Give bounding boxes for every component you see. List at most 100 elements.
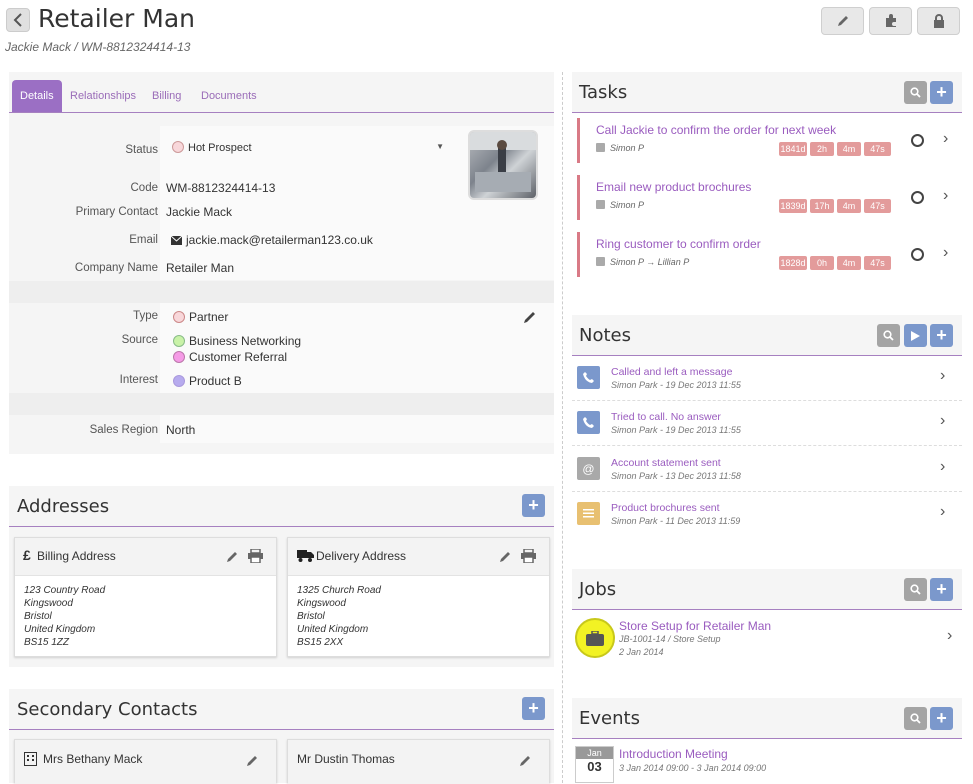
event-meta: 3 Jan 2014 09:00 - 3 Jan 2014 09:00 bbox=[619, 763, 767, 773]
tab-details[interactable]: Details bbox=[12, 80, 62, 112]
task-assignee: Simon P bbox=[596, 143, 644, 153]
add-address-button[interactable]: + bbox=[522, 494, 545, 517]
timer-minutes: 4m bbox=[837, 142, 861, 156]
region-label: Sales Region bbox=[89, 424, 158, 436]
play-notes-button[interactable] bbox=[904, 324, 927, 347]
billing-address-header: £ Billing Address bbox=[15, 538, 276, 576]
add-note-button[interactable]: + bbox=[930, 324, 953, 347]
plugin-button[interactable] bbox=[869, 7, 912, 35]
complete-task-toggle[interactable] bbox=[911, 191, 924, 204]
search-events-button[interactable] bbox=[904, 707, 927, 730]
event-item[interactable]: Jan 03 Introduction Meeting 3 Jan 2014 0… bbox=[572, 743, 962, 783]
column-divider bbox=[562, 72, 563, 783]
task-timer: 1839d 17h 4m 47s bbox=[779, 199, 894, 213]
timer-seconds: 47s bbox=[864, 142, 891, 156]
pencil-icon[interactable] bbox=[226, 550, 239, 563]
delivery-address-title: Delivery Address bbox=[316, 549, 407, 563]
tab-documents[interactable]: Documents bbox=[201, 80, 257, 112]
chevron-right-icon[interactable]: › bbox=[940, 458, 945, 476]
source-value-1: Business Networking bbox=[173, 334, 301, 348]
search-jobs-button[interactable] bbox=[904, 578, 927, 601]
chevron-right-icon[interactable]: › bbox=[940, 367, 945, 385]
status-select[interactable]: Hot Prospect ▼ bbox=[172, 140, 447, 158]
events-title: Events bbox=[579, 708, 640, 729]
pound-icon: £ bbox=[23, 547, 31, 563]
complete-task-toggle[interactable] bbox=[911, 134, 924, 147]
primary-contact-value[interactable]: Jackie Mack bbox=[166, 205, 232, 219]
jobs-title: Jobs bbox=[579, 579, 617, 600]
tab-relationships[interactable]: Relationships bbox=[70, 80, 136, 112]
contact-name: Mrs Bethany Mack bbox=[43, 752, 143, 766]
chevron-right-icon[interactable]: › bbox=[943, 130, 948, 148]
plus-icon: + bbox=[528, 698, 539, 718]
notes-header: Notes + bbox=[572, 315, 962, 356]
task-item[interactable]: Email new product brochures Simon P 1839… bbox=[577, 175, 962, 220]
interest-label: Interest bbox=[119, 374, 158, 386]
secondary-contacts-header: Secondary Contacts + bbox=[9, 689, 554, 730]
phone-icon bbox=[577, 411, 600, 434]
task-item[interactable]: Ring customer to confirm order Simon P →… bbox=[577, 232, 962, 277]
note-item[interactable]: Tried to call. No answer Simon Park - 19… bbox=[572, 401, 962, 446]
timer-minutes: 4m bbox=[837, 256, 861, 270]
primary-contact-label: Primary Contact bbox=[75, 206, 158, 218]
lock-button[interactable] bbox=[917, 7, 960, 35]
interest-dot-icon bbox=[173, 375, 185, 387]
task-title[interactable]: Email new product brochures bbox=[596, 180, 751, 194]
contact-card[interactable]: Mrs Bethany Mack bbox=[14, 739, 277, 784]
chevron-left-icon bbox=[13, 13, 22, 27]
phone-icon bbox=[577, 366, 600, 389]
timer-seconds: 47s bbox=[864, 256, 891, 270]
edit-button[interactable] bbox=[821, 7, 864, 35]
tab-billing[interactable]: Billing bbox=[152, 80, 181, 112]
contact-card[interactable]: Mr Dustin Thomas bbox=[287, 739, 550, 784]
plus-icon: + bbox=[936, 82, 947, 102]
note-item[interactable]: Product brochures sent Simon Park - 11 D… bbox=[572, 492, 962, 537]
back-button[interactable] bbox=[6, 8, 30, 32]
complete-task-toggle[interactable] bbox=[911, 248, 924, 261]
timer-hours: 17h bbox=[810, 199, 834, 213]
search-notes-button[interactable] bbox=[877, 324, 900, 347]
task-item[interactable]: Call Jackie to confirm the order for nex… bbox=[577, 118, 962, 163]
chevron-right-icon[interactable]: › bbox=[943, 244, 948, 262]
chevron-right-icon[interactable]: › bbox=[940, 503, 945, 521]
print-icon[interactable] bbox=[248, 549, 263, 563]
task-assignee: Simon P → Lillian P bbox=[596, 257, 689, 267]
job-date: 2 Jan 2014 bbox=[619, 647, 664, 657]
add-task-button[interactable]: + bbox=[930, 81, 953, 104]
region-value: North bbox=[166, 423, 196, 437]
contact-name: Mr Dustin Thomas bbox=[297, 752, 395, 766]
pencil-icon[interactable] bbox=[519, 754, 532, 767]
add-event-button[interactable]: + bbox=[930, 707, 953, 730]
email-link[interactable]: jackie.mack@retailerman123.co.uk bbox=[170, 233, 373, 247]
pencil-icon bbox=[524, 312, 535, 323]
secondary-contacts-title: Secondary Contacts bbox=[17, 699, 198, 720]
timer-seconds: 47s bbox=[864, 199, 891, 213]
job-title[interactable]: Store Setup for Retailer Man bbox=[619, 619, 771, 633]
puzzle-icon bbox=[885, 14, 896, 27]
chevron-right-icon[interactable]: › bbox=[947, 627, 952, 645]
briefcase-icon bbox=[575, 618, 615, 658]
search-tasks-button[interactable] bbox=[904, 81, 927, 104]
pencil-icon[interactable] bbox=[499, 550, 512, 563]
note-title[interactable]: Product brochures sent bbox=[611, 502, 720, 514]
chevron-right-icon[interactable]: › bbox=[940, 412, 945, 430]
at-icon: @ bbox=[577, 457, 600, 480]
note-title[interactable]: Called and left a message bbox=[611, 366, 732, 378]
add-job-button[interactable]: + bbox=[930, 578, 953, 601]
print-icon[interactable] bbox=[521, 549, 536, 563]
document-icon bbox=[577, 502, 600, 525]
task-title[interactable]: Ring customer to confirm order bbox=[596, 237, 761, 251]
chevron-right-icon[interactable]: › bbox=[943, 187, 948, 205]
note-item[interactable]: Called and left a message Simon Park - 1… bbox=[572, 356, 962, 401]
edit-classification-button[interactable] bbox=[523, 310, 537, 327]
pencil-icon[interactable] bbox=[246, 754, 259, 767]
note-title[interactable]: Tried to call. No answer bbox=[611, 411, 721, 423]
note-title[interactable]: Account statement sent bbox=[611, 457, 721, 469]
add-contact-button[interactable]: + bbox=[522, 697, 545, 720]
interest-value: Product B bbox=[173, 374, 242, 388]
task-title[interactable]: Call Jackie to confirm the order for nex… bbox=[596, 123, 836, 137]
event-title[interactable]: Introduction Meeting bbox=[619, 747, 728, 761]
job-item[interactable]: Store Setup for Retailer Man JB-1001-14 … bbox=[572, 613, 962, 663]
plus-icon: + bbox=[936, 708, 947, 728]
note-item[interactable]: @ Account statement sent Simon Park - 13… bbox=[572, 447, 962, 492]
